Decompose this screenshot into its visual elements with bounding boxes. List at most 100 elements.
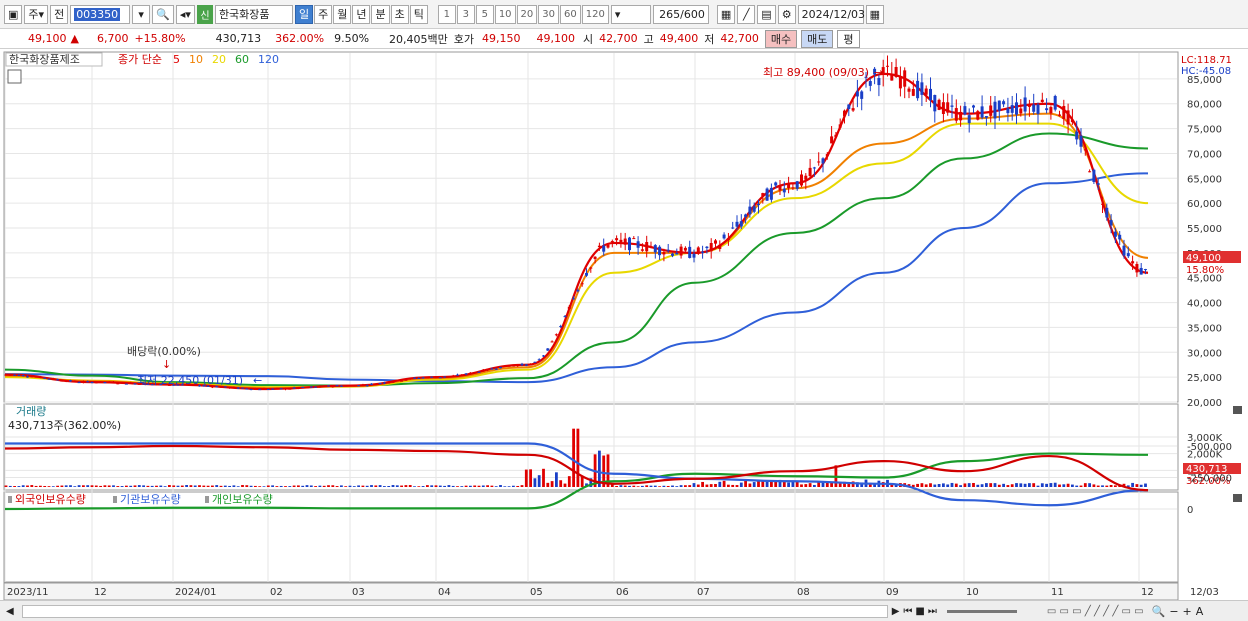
scroll-right-icon[interactable]: ▶ [892,606,900,617]
volume-bar [245,485,249,487]
table-toggle-icon[interactable] [7,69,22,84]
candle-body [404,379,408,381]
candle-body [1058,114,1061,116]
volume-bar [692,483,696,487]
candle-body [456,374,459,376]
candle-body [972,105,975,108]
chart-area[interactable]: 한국화장품제조 종가 단순 5 10 20 60 120 LC:118.71 HC:-4… [0,50,1248,601]
eval-button[interactable]: 평 [837,29,860,48]
volume-bar [641,485,644,487]
code-prefix-button[interactable]: 주 ▾ [24,4,49,24]
zoom-out-icon[interactable]: − [1169,605,1178,618]
volume-bar [933,484,937,487]
volume-bar [507,486,511,487]
buy-button[interactable]: 매수 [764,29,798,48]
candle-body [787,183,791,189]
interval-tab[interactable]: 120 [581,4,609,24]
period-tab[interactable]: 초 [390,4,409,24]
volume-bar [322,485,326,487]
volume-bar [395,485,399,487]
interval-tab[interactable]: 1 [437,4,456,24]
x-tick-label: 07 [697,587,710,598]
volume-bar [172,485,176,487]
volume-panel-close-icon[interactable] [1233,406,1242,414]
gear-icon[interactable]: ⚙ [777,4,796,24]
candle-body [17,374,21,376]
scroll-left-icon[interactable]: ◀ [6,606,14,617]
candle-body [352,385,356,387]
volume-bar [340,485,343,487]
interval-tab[interactable]: 30 [538,4,560,24]
draw-tool-icon[interactable]: ╱ [737,4,756,24]
period-tab[interactable]: 일 [294,4,314,24]
volume-bar [60,485,64,487]
price-y-axis: 85,000 80,000 75,000 70,000 65,000 60,000 55,0… [1187,75,1222,409]
calendar-icon[interactable]: ▦ [865,4,885,24]
volume-bar [705,484,709,487]
chart-svg[interactable]: 한국화장품제조 종가 단순 5 10 20 60 120 LC:118.71 HC:-4… [0,50,1248,601]
stop-icon[interactable]: ■ [915,606,924,617]
code-dropdown-icon[interactable]: ▾ [132,4,151,24]
stock-name-field[interactable]: 한국화장품 [214,4,293,24]
candle-body [718,244,722,249]
all-button[interactable]: 전 [50,4,69,24]
period-tab[interactable]: 주 [314,4,333,24]
candle-body [56,379,60,381]
period-tab[interactable]: 월 [333,4,352,24]
candle-body [116,383,120,385]
date-input[interactable]: 2024/12/03 [797,4,865,24]
candle-body [486,368,490,371]
interval-tab[interactable]: 20 [516,4,538,24]
candle-body [408,378,412,380]
volume-bar [456,486,459,487]
holder-legend-swatch [205,496,209,503]
candle-body [838,124,842,128]
text-size-icon[interactable]: A [1196,605,1204,618]
volume-bar [69,485,72,487]
candle-body [232,387,236,389]
search-icon[interactable]: 🔍 [152,4,174,24]
stock-code-input[interactable]: 003350 [70,4,131,24]
rewind-icon[interactable]: ⏮ [903,606,912,617]
candle-body [1015,102,1018,115]
forward-icon[interactable]: ⏭ [928,606,937,617]
price-tick-label: 55,000 [1187,224,1222,235]
interval-tab[interactable]: 10 [494,4,516,24]
interval-custom-input[interactable]: ▾ [610,4,651,24]
speaker-icon[interactable]: ◂▾ [175,4,195,24]
candle-body [632,238,636,240]
volume-bar [576,428,580,487]
sell-button[interactable]: 매도 [801,29,834,48]
zoom-slider[interactable] [946,609,1017,613]
period-tab[interactable]: 년 [352,4,371,24]
zoom-in-icon[interactable]: + [1183,605,1192,618]
save-icon[interactable]: ▤ [757,4,776,24]
volume-bar [752,482,756,487]
interval-tab[interactable]: 5 [475,4,494,24]
zoom-icon[interactable]: 🔍 [1152,605,1166,618]
volume-bar [808,483,812,487]
candle-body [533,361,537,363]
candle-body [1101,203,1104,205]
tool-icons[interactable]: ▭ ▭ ▭ ╱ ╱ ╱ ╱ ▭ ▭ [1047,606,1144,617]
interval-tab[interactable]: 60 [560,4,581,24]
volume-bar [258,486,262,487]
ma-label: 종가 단순 [118,53,162,66]
candle-body [761,193,765,197]
chart-tool-icon[interactable]: ▦ [716,4,736,24]
interval-tab[interactable]: 3 [456,4,475,24]
window-icon[interactable]: ▣ [4,4,23,24]
candle-body [468,372,472,374]
holder-panel-close-icon[interactable] [1233,494,1242,502]
volume-bar [1071,484,1074,487]
candle-body [812,167,816,169]
candle-body [714,240,717,244]
candle-body [374,384,378,386]
count-input[interactable]: 265/600 [652,4,709,24]
candle-body [1139,267,1143,275]
period-tab[interactable]: 분 [371,4,390,24]
scrollbar-track[interactable] [21,604,888,618]
volume-bar [357,485,360,487]
period-tab[interactable]: 틱 [409,4,428,24]
candle-body [13,374,17,376]
